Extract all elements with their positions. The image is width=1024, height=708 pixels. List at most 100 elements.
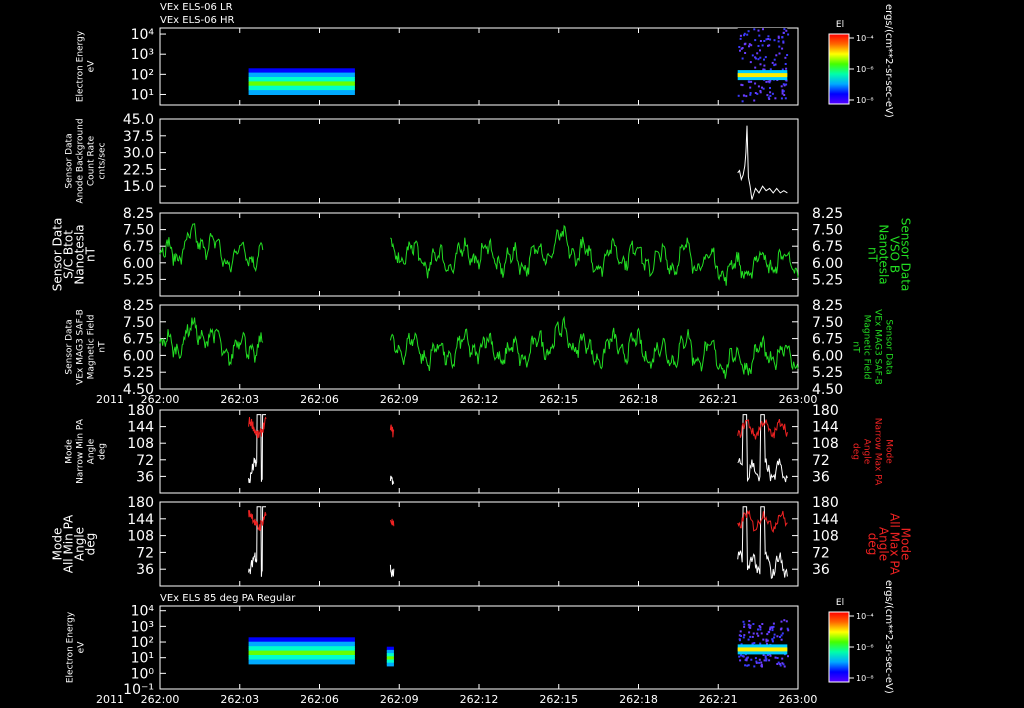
- ytick-label-p1-2: 30.0: [123, 146, 154, 162]
- heat-dot-p0-b1-114: [767, 35, 770, 38]
- xaxis-tick-label-0-2: 262:06: [300, 393, 339, 406]
- colorbar-tick-1-2: 10⁻⁸: [856, 674, 874, 683]
- ytick-label-right-p2-4: 5.25: [812, 272, 843, 288]
- heat-dot-p6-b2-107: [760, 661, 763, 664]
- heat-dot-p0-b1-88: [755, 57, 757, 60]
- ylabel-left-line-p3-3: nT: [98, 341, 108, 353]
- heat-dot-p0-b1-126: [741, 47, 744, 49]
- heat-dot-p0-b1-104: [781, 36, 784, 39]
- heat-dot-p0-b1-115: [768, 44, 771, 47]
- ylabel-left-line-p1-2: Count Rate: [87, 135, 97, 186]
- xaxis-tick-label-1-0: 262:00: [141, 693, 180, 706]
- heat-dot-p0-b1-47: [771, 92, 774, 95]
- heat-dot-p6-b2-94: [780, 627, 783, 630]
- heat-dot-p0-b1-96: [748, 45, 750, 48]
- xaxis-tick-label-0-4: 262:12: [460, 393, 499, 406]
- heat-dot-p0-b1-132: [761, 86, 763, 89]
- ytick-label-p4-1: 144: [127, 420, 154, 436]
- heat-dot-p0-b1-120: [777, 35, 780, 38]
- heat-dot-p0-b1-2: [754, 82, 757, 85]
- heat-dot-p6-b2-121: [771, 629, 774, 632]
- xaxis-tick-label-1-6: 262:18: [619, 693, 658, 706]
- heat-dot-p0-b1-107: [782, 40, 785, 43]
- colorbar-tick-0-2: 10⁻⁸: [856, 96, 874, 105]
- ylabel-left-line-p6-0: Electron Energy: [66, 611, 76, 683]
- heat-dot-p0-b1-125: [784, 97, 787, 100]
- heat-dot-p0-b1-99: [759, 91, 762, 94]
- ylabel-right-line-p5-3: deg: [866, 533, 880, 556]
- xaxis-tick-label-1-7: 262:21: [699, 693, 738, 706]
- ytick-label-right-p3-4: 5.25: [812, 365, 843, 381]
- ylabel-left-line-p4-1: Narrow Min PA: [76, 418, 86, 484]
- ytick-label-right-p3-2: 6.75: [812, 332, 843, 348]
- heat-dot-p0-b1-60: [759, 40, 762, 42]
- heat-dot-p6-b2-82: [781, 632, 784, 635]
- heat-dot-p0-b1-15: [763, 58, 765, 61]
- heat-dot-p6-b2-9: [742, 620, 745, 623]
- ytick-label-right-p3-3: 6.00: [812, 348, 843, 364]
- ytick-label-right-p5-1: 144: [812, 512, 839, 528]
- ytick-label-p2-3: 6.00: [123, 256, 154, 272]
- heat-dot-p0-b1-29: [741, 100, 744, 103]
- heat-dot-p0-b1-134: [768, 98, 771, 100]
- heat-dot-p0-b1-138: [764, 56, 767, 59]
- heat-dot-p6-b2-95: [773, 636, 776, 639]
- heat-dot-p6-b2-86: [738, 655, 741, 658]
- heat-dot-p6-b2-129: [783, 619, 786, 622]
- heat-dot-p0-b1-54: [773, 58, 776, 61]
- heat-dot-p6-b2-127: [768, 659, 771, 662]
- heat-dot-p0-b1-93: [786, 54, 789, 56]
- ytick-label-p6-3: 10¹: [131, 651, 154, 667]
- xaxis-tick-label-0-0: 262:00: [141, 393, 180, 406]
- ylabel-left-line-p2-3: nT: [84, 246, 98, 262]
- heat-row-p6-b0-r8: [248, 655, 355, 658]
- heat-dot-p0-b1-0: [737, 94, 740, 97]
- ytick-label-p0-3: 10¹: [131, 87, 154, 103]
- xaxis-year-0: 2011: [96, 393, 124, 406]
- ylabel-left-line-p4-3: deg: [98, 443, 108, 460]
- ytick-label-right-p4-2: 108: [812, 436, 839, 452]
- heat-dot-p6-b2-116: [776, 663, 779, 665]
- heat-dot-p6-b2-2: [781, 657, 784, 660]
- heat-row-p6-b1-r11: [386, 664, 394, 667]
- xaxis-tick-label-1-5: 262:15: [539, 693, 578, 706]
- heat-dot-p0-b1-85: [783, 84, 786, 87]
- ytick-label-p5-4: 36: [136, 562, 154, 578]
- heat-bg-p6-b2: [737, 618, 788, 666]
- ylabel-right-line-p3-0: Sensor Data: [884, 319, 894, 374]
- ytick-label-p5-1: 144: [127, 512, 154, 528]
- ytick-label-right-p2-1: 7.50: [812, 223, 843, 239]
- heat-dot-p0-b1-74: [749, 61, 752, 64]
- ylabel-right-line-p4-0: Mode: [884, 439, 894, 464]
- heat-dot-p0-b1-66: [741, 84, 744, 87]
- ytick-label-p0-2: 10²: [131, 67, 154, 83]
- heat-dot-p0-b1-64: [747, 80, 750, 83]
- heat-dot-p6-b2-45: [748, 620, 751, 622]
- heat-dot-p6-b2-123: [763, 659, 766, 662]
- bottom-panel-title: VEx ELS 85 deg PA Regular: [160, 593, 296, 604]
- title-line-2: VEx ELS-06 HR: [160, 15, 235, 26]
- ytick-label-right-p4-4: 36: [812, 469, 830, 485]
- heat-dot-p6-b2-57: [758, 661, 761, 664]
- ylabel-left-line-p5-3: deg: [84, 533, 98, 556]
- ytick-label-p2-2: 6.75: [123, 239, 154, 255]
- colorbar-tick-1-0: 10⁻⁴: [856, 612, 874, 621]
- heat-dot-p6-b2-8: [743, 634, 746, 637]
- ylabel-right-line-p3-3: nT: [851, 341, 861, 353]
- heat-dot-p6-b2-41: [757, 628, 759, 631]
- heat-dot-p0-b1-10: [756, 52, 759, 55]
- colorbar-label-0: El: [836, 20, 844, 30]
- heat-dot-p6-b2-118: [753, 665, 756, 668]
- heat-dot-p6-b2-132: [780, 634, 783, 637]
- heat-dot-p0-b1-13: [765, 80, 768, 83]
- xaxis-tick-label-0-7: 262:21: [699, 393, 738, 406]
- ytick-label-right-p4-1: 144: [812, 420, 839, 436]
- ytick-label-right-p5-3: 72: [812, 545, 830, 561]
- colorbar-1: [828, 611, 850, 683]
- heat-dot-p0-b1-67: [783, 94, 786, 96]
- heat-dot-p0-b1-83: [753, 28, 756, 31]
- ytick-label-p3-0: 8.25: [123, 298, 154, 314]
- heat-dot-p0-b1-56: [769, 91, 772, 94]
- heat-dot-p0-b1-62: [775, 54, 778, 57]
- heat-dot-p0-b1-12: [759, 49, 761, 52]
